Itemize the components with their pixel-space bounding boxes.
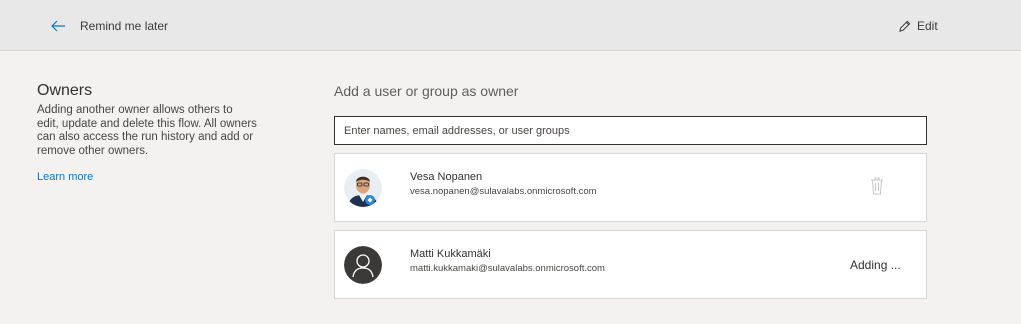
remind-me-later-label: Remind me later	[80, 19, 169, 33]
owner-search-input[interactable]	[334, 116, 927, 145]
owner-email: matti.kukkamaki@sulavalabs.onmicrosoft.c…	[410, 263, 605, 274]
trash-icon[interactable]	[870, 176, 884, 196]
owner-card: Vesa Nopanen vesa.nopanen@sulavalabs.onm…	[334, 153, 927, 222]
owner-name: Matti Kukkamäki	[410, 248, 491, 260]
owner-card: Matti Kukkamäki matti.kukkamaki@sulavala…	[334, 230, 927, 299]
add-owner-heading: Add a user or group as owner	[334, 83, 519, 99]
edit-label: Edit	[917, 19, 938, 33]
edit-button[interactable]: Edit	[898, 14, 938, 38]
top-bar: Remind me later Edit	[0, 0, 1021, 51]
owner-name: Vesa Nopanen	[410, 171, 483, 183]
default-user-avatar	[344, 246, 382, 284]
back-arrow-icon	[51, 20, 65, 32]
pencil-icon	[899, 20, 911, 32]
learn-more-link[interactable]: Learn more	[37, 171, 93, 183]
owners-heading: Owners	[37, 82, 93, 99]
owners-description: Adding another owner allows others to ed…	[37, 104, 257, 157]
user-photo-avatar	[344, 169, 382, 207]
owner-email: vesa.nopanen@sulavalabs.onmicrosoft.com	[410, 186, 597, 197]
remind-me-later-button[interactable]: Remind me later	[50, 14, 168, 38]
adding-status: Adding ...	[850, 258, 901, 272]
